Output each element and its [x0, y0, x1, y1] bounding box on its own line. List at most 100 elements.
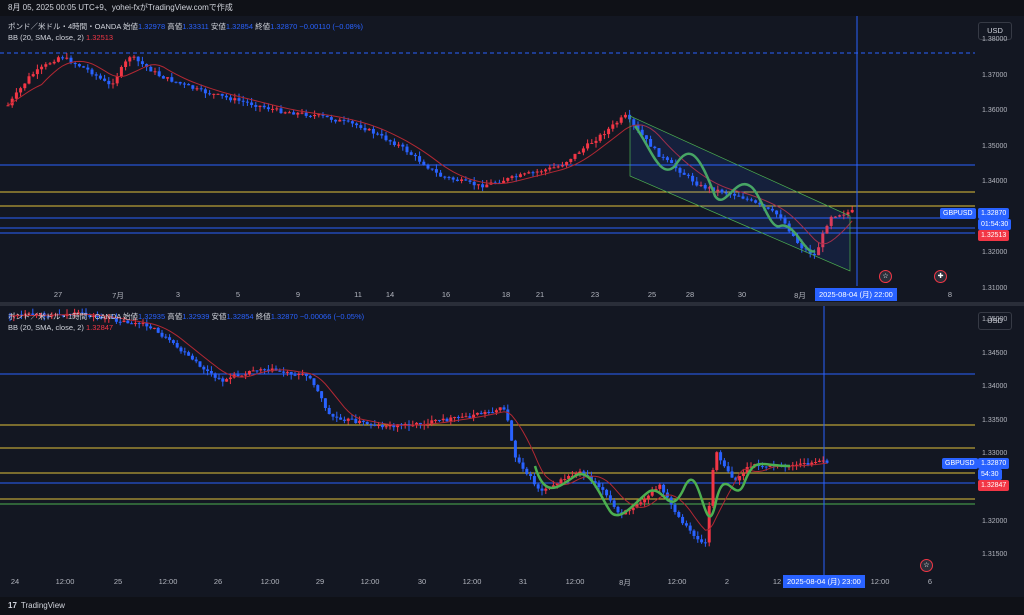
- symbol-tag: GBPUSD: [940, 208, 976, 219]
- candle-body: [532, 476, 536, 485]
- candle-body: [94, 74, 98, 76]
- bb-legend-1h[interactable]: BB (20, SMA, close, 2) 1.32847: [8, 322, 113, 333]
- candle-body: [287, 112, 291, 114]
- candle-body: [806, 463, 810, 465]
- candle-body: [677, 512, 681, 517]
- candle-body: [487, 411, 491, 413]
- candle-body: [639, 502, 643, 505]
- candle-body: [179, 347, 183, 352]
- candle-body: [814, 461, 818, 463]
- candle-body: [325, 115, 329, 118]
- price-axis-label: 1.31500: [982, 551, 1008, 559]
- candle-body: [278, 370, 282, 372]
- candle-body: [14, 92, 18, 99]
- price-axis-label: 1.35000: [982, 142, 1008, 150]
- candle-body: [354, 418, 358, 423]
- candle-body: [247, 371, 251, 375]
- candle-body: [741, 473, 745, 477]
- candle-body: [434, 169, 438, 173]
- candle-body: [301, 373, 305, 375]
- candle-body: [479, 412, 483, 415]
- chart-pane-1h[interactable]: ポンド／米ドル・1時間・OANDA 始値1.32935 高値1.32939 安値…: [0, 306, 1024, 597]
- candle-body: [539, 171, 543, 173]
- time-axis-label: 18: [501, 290, 511, 299]
- candle-body: [367, 128, 371, 131]
- candle-body: [266, 107, 270, 110]
- candle-body: [202, 366, 206, 370]
- candle-body: [209, 371, 213, 374]
- time-axis-label: 11: [354, 290, 362, 299]
- time-axis-label: 12:00: [462, 577, 482, 586]
- candle-body: [346, 418, 350, 421]
- candle-body: [236, 374, 240, 377]
- candle-body: [544, 169, 548, 172]
- candle-body: [229, 97, 233, 101]
- candle-body: [726, 466, 730, 472]
- candle-body: [434, 419, 438, 421]
- candle-body: [594, 140, 598, 143]
- candle-body: [692, 530, 696, 536]
- candle-body: [646, 495, 650, 499]
- bb-legend-4h[interactable]: BB (20, SMA, close, 2) 1.32513: [8, 32, 113, 43]
- candle-body: [23, 83, 27, 89]
- candle-body: [308, 115, 312, 117]
- time-axis-label: 9: [295, 290, 301, 299]
- candle-body: [441, 418, 445, 421]
- symbol-tag-2: GBPUSD: [942, 458, 978, 469]
- candle-body: [170, 77, 174, 82]
- candle-body: [187, 352, 191, 356]
- candle-body: [254, 105, 258, 107]
- price-axis-label: 1.38000: [982, 36, 1008, 43]
- chart-canvas-1h[interactable]: [0, 306, 1024, 597]
- candle-body: [481, 184, 485, 188]
- candle-body: [251, 370, 255, 372]
- candle-body: [422, 161, 426, 166]
- candle-body: [439, 172, 443, 177]
- time-axis-label: 16: [441, 290, 451, 299]
- candle-body: [363, 127, 367, 131]
- candle-body: [565, 161, 569, 166]
- candle-body: [730, 471, 734, 478]
- candle-body: [329, 117, 333, 120]
- crosshair-time-tag: 2025-08-04 (月) 22:00: [815, 288, 897, 301]
- time-axis-label: 14: [385, 290, 395, 299]
- candle-body: [369, 424, 373, 426]
- candle-body: [430, 420, 434, 424]
- candle-body: [531, 172, 535, 174]
- candle-body: [612, 500, 616, 507]
- candle-body: [228, 377, 232, 380]
- candle-body: [327, 407, 331, 415]
- candle-body: [502, 180, 506, 183]
- candle-body: [213, 373, 217, 378]
- candle-body: [719, 452, 723, 461]
- candle-body: [540, 488, 544, 491]
- time-axis-label: 30: [417, 577, 427, 586]
- candle-body: [263, 369, 267, 371]
- candle-body: [397, 144, 401, 146]
- candle-body: [715, 452, 719, 470]
- chart-pane-4h[interactable]: ポンド／米ドル・4時間・OANDA 始値1.32978 高値1.33311 安値…: [0, 16, 1024, 302]
- candle-body: [124, 61, 128, 67]
- candle-body: [455, 179, 459, 181]
- candle-body: [283, 112, 287, 114]
- time-axis-label: 12:00: [55, 577, 75, 586]
- us-flag-icon-2[interactable]: ☆: [920, 559, 933, 572]
- candle-body: [517, 457, 521, 463]
- candle-body: [552, 167, 556, 169]
- us-flag-icon[interactable]: ☆: [879, 270, 892, 283]
- candle-body: [563, 478, 567, 480]
- candle-body: [137, 323, 141, 325]
- countdown-tag-2: 54:30: [978, 469, 1002, 480]
- chart-canvas-4h[interactable]: [0, 16, 1024, 302]
- candle-body: [292, 112, 296, 115]
- candle-body: [523, 173, 527, 175]
- candle-body: [220, 93, 224, 96]
- candle-body: [821, 460, 825, 462]
- candle-body: [282, 371, 286, 373]
- candle-body: [86, 67, 90, 70]
- candle-body: [65, 57, 69, 59]
- candle-body: [237, 98, 241, 101]
- candle-body: [371, 128, 375, 134]
- candle-body: [182, 83, 186, 85]
- gb-flag-icon[interactable]: ✚: [934, 270, 947, 283]
